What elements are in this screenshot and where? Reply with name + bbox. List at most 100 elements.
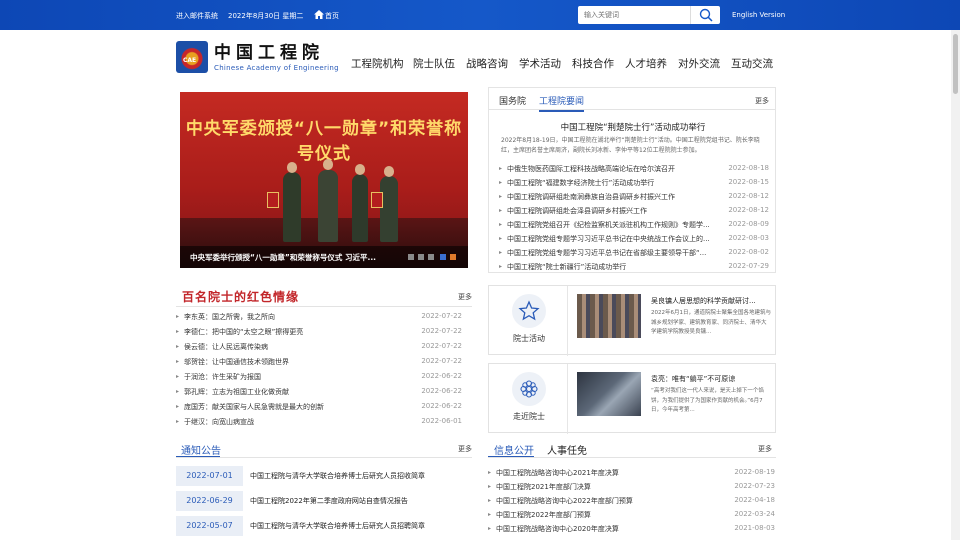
notice-item[interactable]: 2022-05-07 中国工程院与清华大学联合培养博士后研究人员招聘简章	[176, 516, 468, 536]
slide-dot-3[interactable]	[428, 254, 434, 260]
tab-personnel[interactable]: 人事任免	[547, 442, 587, 457]
card-description: “高考对我们这一代人来说，是天上掉下一个馅饼，为我们提供了为国家作贡献的机会。”…	[651, 388, 764, 413]
news-more-link[interactable]: 更多	[755, 96, 769, 106]
tab-info-disclosure[interactable]: 信息公开	[494, 442, 534, 457]
card-thumbnail[interactable]	[577, 372, 641, 416]
home-link[interactable]: 首页	[325, 11, 339, 21]
list-item-title: 郭孔辉：立志为祖国工业化做贡献	[184, 388, 289, 396]
news-item-date: 2022-08-02	[728, 248, 769, 256]
search-box	[578, 6, 720, 24]
nav-item-cooperation[interactable]: 科技合作	[572, 56, 614, 71]
scrollbar-thumb[interactable]	[953, 34, 958, 94]
academician-activity-card[interactable]: 院士活动 吴良镛人居思想的科学贡献研讨... 2022年6月1日，通道院院士聚集…	[488, 285, 776, 356]
nav-item-interaction[interactable]: 互动交流	[731, 56, 773, 71]
notice-item[interactable]: 2022-07-01 中国工程院与清华大学联合培养博士后研究人员招收简章	[176, 466, 468, 486]
list-item[interactable]: ▸ 庞国芳：献关国家与人民急需就是最大的创新 2022-06-22	[176, 402, 462, 414]
chevron-right-icon: ▸	[176, 418, 180, 425]
news-slideshow[interactable]: 中央军委颁授“八一勋章”和荣誉称号仪式 中央军委举行颁授“八一勋章”和荣誉称号仪…	[180, 92, 468, 268]
list-item[interactable]: ▸ 邬贺铨：让中国通信技术领跑世界 2022-07-22	[176, 357, 462, 369]
search-button[interactable]	[690, 6, 720, 24]
chevron-right-icon: ▸	[488, 469, 492, 476]
chevron-right-icon: ▸	[176, 313, 180, 320]
list-item[interactable]: ▸ 侯云德：让人民远离传染病 2022-07-22	[176, 342, 462, 354]
nav-item-academic[interactable]: 学术活动	[519, 56, 561, 71]
news-item-title: 中国工程院调研组赴会泽县调研乡村振兴工作	[507, 207, 647, 215]
chevron-right-icon: ▸	[176, 358, 180, 365]
news-item-title: 中俄生物医药国际工程科技战略高端论坛在哈尔滨召开	[507, 165, 675, 173]
list-item-title: 庞国芳：献关国家与人民急需就是最大的创新	[184, 403, 324, 411]
list-item-date: 2022-04-18	[734, 496, 775, 504]
nav-item-academicians[interactable]: 院士队伍	[413, 56, 455, 71]
notices-title[interactable]: 通知公告	[181, 442, 221, 457]
news-list-item[interactable]: ▸ 中国工程院党组召开《纪检监察机关派驻机构工作规则》专题学... 2022-08-…	[499, 220, 769, 232]
list-item-title: 中国工程院战略咨询中心2021年度决算	[496, 469, 619, 477]
list-item[interactable]: ▸ 中国工程院战略咨询中心2020年度决算 2021-08-03	[488, 524, 775, 536]
notices-more-link[interactable]: 更多	[458, 444, 472, 454]
news-list-item[interactable]: ▸ 中国工程院党组专题学习习近平总书记在中央统战工作会议上的... 2022-08-…	[499, 234, 769, 246]
news-item-title: 中国工程院党组专题学习习近平总书记在省部级主要领导干部“...	[507, 249, 707, 257]
nav-item-strategy[interactable]: 战略咨询	[466, 56, 508, 71]
list-item[interactable]: ▸ 于继汉：向宽山病宣战 2022-06-01	[176, 417, 462, 429]
nav-item-exchange[interactable]: 对外交流	[678, 56, 720, 71]
news-item-title: 中国工程院“院士新疆行”活动成功举行	[507, 263, 627, 271]
news-item-title: 中国工程院党组专题学习习近平总书记在中央统战工作会议上的...	[507, 235, 710, 243]
news-item-date: 2022-08-15	[728, 178, 769, 186]
card-title[interactable]: 袁亮：唯有“躺平”不可原谅	[651, 374, 771, 384]
red-section-more-link[interactable]: 更多	[458, 292, 472, 302]
list-item[interactable]: ▸ 中国工程院战略咨询中心2022年度部门预算 2022-04-18	[488, 496, 775, 508]
news-list-item[interactable]: ▸ 中俄生物医药国际工程科技战略高端论坛在哈尔滨召开 2022-08-18	[499, 164, 769, 176]
list-item[interactable]: ▸ 郭孔辉：立志为祖国工业化做贡献 2022-06-22	[176, 387, 462, 399]
chevron-right-icon: ▸	[488, 497, 492, 504]
nav-item-talent[interactable]: 人才培养	[625, 56, 667, 71]
notice-title: 中国工程院2022年第二季度政府网站自查情况报告	[250, 497, 408, 505]
list-item[interactable]: ▸ 中国工程院2022年度部门预算 2022-03-24	[488, 510, 775, 522]
notices-divider	[176, 457, 472, 458]
meet-academicians-card[interactable]: 走近院士 袁亮：唯有“躺平”不可原谅 “高考对我们这一代人来说，是天上掉下一个馅…	[488, 363, 776, 434]
card-thumbnail[interactable]	[577, 294, 641, 338]
list-item[interactable]: ▸ 李东英：国之所需，我之所向 2022-07-22	[176, 312, 462, 324]
home-icon[interactable]	[314, 10, 324, 21]
news-headline[interactable]: 中国工程院“荆楚院士行”活动成功举行	[489, 121, 777, 133]
slide-dot-4[interactable]	[440, 254, 446, 260]
tab-state-council[interactable]: 国务院	[499, 94, 526, 107]
notice-item[interactable]: 2022-06-29 中国工程院2022年第二季度政府网站自查情况报告	[176, 491, 468, 511]
list-item[interactable]: ▸ 中国工程院2021年度部门决算 2022-07-23	[488, 482, 775, 494]
page-scrollbar[interactable]	[951, 30, 960, 540]
mail-system-link[interactable]: 进入邮件系统	[176, 11, 218, 21]
card-label: 走近院士	[513, 412, 545, 421]
list-item[interactable]: ▸ 中国工程院战略咨询中心2021年度决算 2022-08-19	[488, 468, 775, 480]
chevron-right-icon: ▸	[176, 343, 180, 350]
news-list-item[interactable]: ▸ 中国工程院调研组赴南涧彝族自治县调研乡村振兴工作 2022-08-12	[499, 192, 769, 204]
list-item-date: 2022-08-19	[734, 468, 775, 476]
list-item-title: 邬贺铨：让中国通信技术领跑世界	[184, 358, 289, 366]
list-item-date: 2022-07-22	[421, 342, 462, 350]
chevron-right-icon: ▸	[499, 179, 503, 186]
news-list-item[interactable]: ▸ 中国工程院调研组赴会泽县调研乡村振兴工作 2022-08-12	[499, 206, 769, 218]
card-title[interactable]: 吴良镛人居思想的科学贡献研讨...	[651, 296, 771, 306]
logo-english-name: Chinese Academy of Engineering	[214, 64, 339, 72]
list-item[interactable]: ▸ 李德仁：把中国的“太空之眼”擦得更亮 2022-07-22	[176, 327, 462, 339]
chevron-right-icon: ▸	[499, 165, 503, 172]
list-item-title: 中国工程院战略咨询中心2022年度部门预算	[496, 497, 633, 505]
search-input[interactable]	[578, 6, 690, 24]
slide-dot-5[interactable]	[450, 254, 456, 260]
list-item-date: 2022-07-22	[421, 357, 462, 365]
red-section-title: 百名院士的红色情缘	[182, 290, 300, 304]
site-logo[interactable]: CAE 中国工程院 Chinese Academy of Engineering	[176, 40, 339, 74]
news-item-date: 2022-08-18	[728, 164, 769, 172]
list-item[interactable]: ▸ 于润沧：许生采矿为报国 2022-06-22	[176, 372, 462, 384]
list-item-date: 2022-07-22	[421, 312, 462, 320]
chevron-right-icon: ▸	[499, 249, 503, 256]
list-item-title: 于继汉：向宽山病宣战	[184, 418, 254, 426]
list-item-date: 2022-06-22	[421, 372, 462, 380]
english-version-link[interactable]: English Version	[732, 11, 785, 19]
info-more-link[interactable]: 更多	[758, 444, 772, 454]
news-list-item[interactable]: ▸ 中国工程院党组专题学习习近平总书记在省部级主要领导干部“... 2022-08-…	[499, 248, 769, 260]
slide-dot-1[interactable]	[408, 254, 414, 260]
news-list-item[interactable]: ▸ 中国工程院“院士新疆行”活动成功举行 2022-07-29	[499, 262, 769, 274]
nav-item-institutions[interactable]: 工程院机构	[351, 56, 404, 71]
news-list-item[interactable]: ▸ 中国工程院“福建数字经济院士行”活动成功举行 2022-08-15	[499, 178, 769, 190]
slide-dot-2[interactable]	[418, 254, 424, 260]
slide-caption[interactable]: 中央军委举行颁授“八一勋章”和荣誉称号仪式 习近平...	[190, 252, 376, 263]
list-item-title: 李东英：国之所需，我之所向	[184, 313, 275, 321]
